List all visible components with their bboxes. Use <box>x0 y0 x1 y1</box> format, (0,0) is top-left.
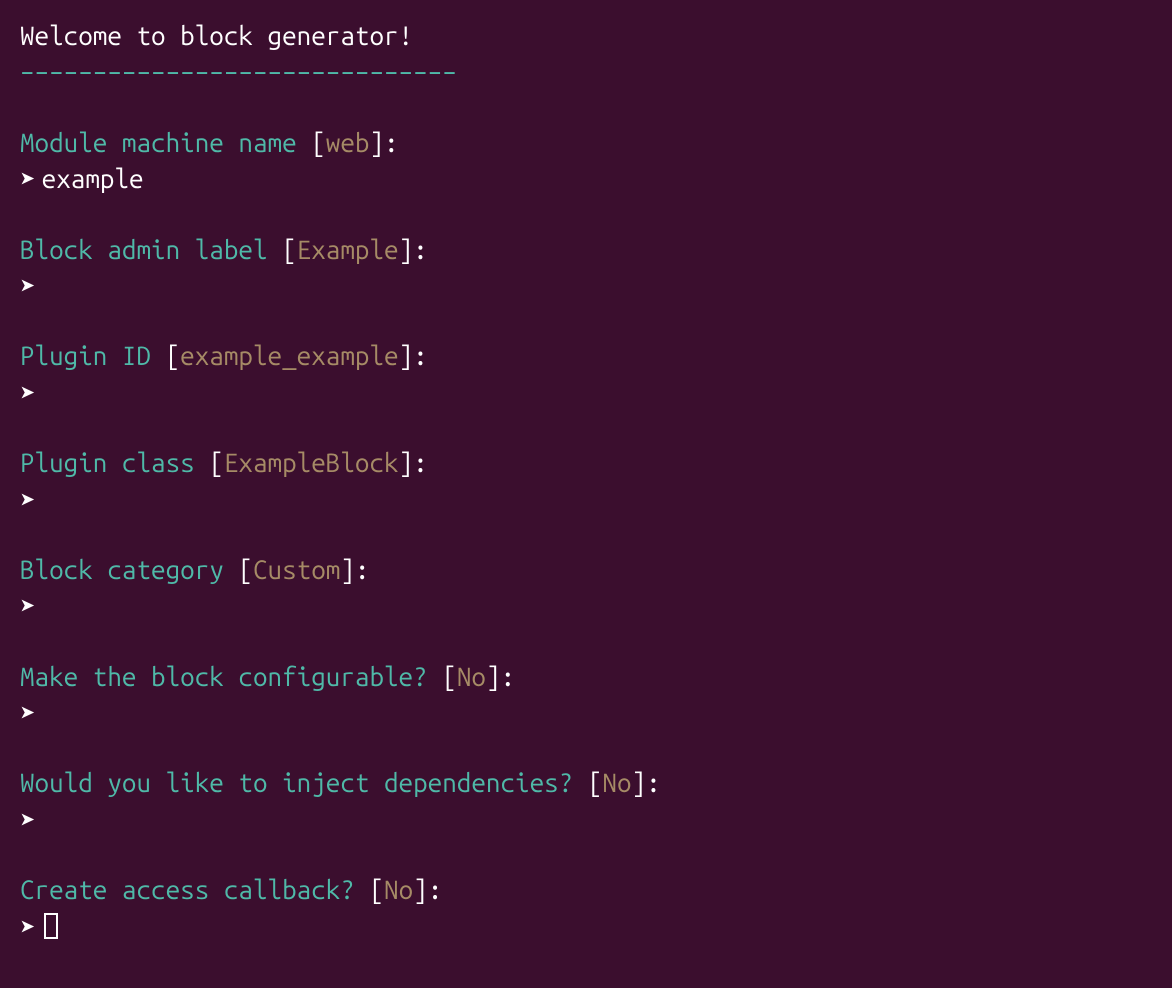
prompt-question-line: Plugin class [ExampleBlock]: <box>20 445 1152 481</box>
answer-line[interactable]: ➤ <box>20 909 1152 945</box>
prompt-arrow-icon: ➤ <box>20 802 36 838</box>
bracket-open: [ <box>588 768 603 797</box>
prompt-question-line: Create access callback? [No]: <box>20 872 1152 908</box>
answer-line[interactable]: ➤example <box>20 161 1152 197</box>
prompt-question-line: Would you like to inject dependencies? [… <box>20 765 1152 801</box>
colon: : <box>413 341 428 370</box>
prompt-plugin-id: Plugin ID [example_example]: ➤ <box>20 338 1152 411</box>
terminal-header: Welcome to block generator! <box>20 18 1152 54</box>
bracket-open: [ <box>311 128 326 157</box>
default-value: No <box>457 662 486 691</box>
answer-line[interactable]: ➤ <box>20 588 1152 624</box>
prompt-block-admin-label: Block admin label [Example]: ➤ <box>20 232 1152 305</box>
bracket-open: [ <box>369 875 384 904</box>
prompt-arrow-icon: ➤ <box>20 375 36 411</box>
prompt-arrow-icon: ➤ <box>20 268 36 304</box>
answer-line[interactable]: ➤ <box>20 482 1152 518</box>
prompt-label: Plugin ID <box>20 341 151 370</box>
prompt-question-line: Block category [Custom]: <box>20 552 1152 588</box>
prompt-question-line: Module machine name [web]: <box>20 125 1152 161</box>
bracket-close: ] <box>486 662 501 691</box>
bracket-close: ] <box>399 341 414 370</box>
bracket-open: [ <box>282 235 297 264</box>
default-value: Example <box>297 235 399 264</box>
prompt-label: Would you like to inject dependencies? <box>20 768 573 797</box>
colon: : <box>646 768 661 797</box>
prompt-configurable: Make the block configurable? [No]: ➤ <box>20 659 1152 732</box>
prompt-block-category: Block category [Custom]: ➤ <box>20 552 1152 625</box>
prompt-label: Block admin label <box>20 235 268 264</box>
colon: : <box>501 662 516 691</box>
prompt-question-line: Make the block configurable? [No]: <box>20 659 1152 695</box>
prompt-label: Block category <box>20 555 224 584</box>
prompt-question-line: Plugin ID [example_example]: <box>20 338 1152 374</box>
prompt-label: Plugin class <box>20 448 195 477</box>
prompt-access-callback: Create access callback? [No]: ➤ <box>20 872 1152 945</box>
answer-line[interactable]: ➤ <box>20 802 1152 838</box>
colon: : <box>428 875 443 904</box>
bracket-close: ] <box>399 448 414 477</box>
answer-line[interactable]: ➤ <box>20 375 1152 411</box>
prompt-arrow-icon: ➤ <box>20 161 36 197</box>
default-value: web <box>326 128 370 157</box>
bracket-open: [ <box>166 341 181 370</box>
prompt-arrow-icon: ➤ <box>20 695 36 731</box>
bracket-close: ] <box>340 555 355 584</box>
bracket-close: ] <box>369 128 384 157</box>
bracket-open: [ <box>238 555 253 584</box>
prompt-inject-dependencies: Would you like to inject dependencies? [… <box>20 765 1152 838</box>
prompt-label: Create access callback? <box>20 875 355 904</box>
bracket-close: ] <box>413 875 428 904</box>
colon: : <box>384 128 399 157</box>
default-value: example_example <box>180 341 398 370</box>
prompt-label: Make the block configurable? <box>20 662 428 691</box>
default-value: No <box>602 768 631 797</box>
bracket-close: ] <box>399 235 414 264</box>
colon: : <box>413 235 428 264</box>
prompt-arrow-icon: ➤ <box>20 909 36 945</box>
prompt-arrow-icon: ➤ <box>20 482 36 518</box>
colon: : <box>413 448 428 477</box>
colon: : <box>355 555 370 584</box>
prompt-label: Module machine name <box>20 128 297 157</box>
answer-line[interactable]: ➤ <box>20 268 1152 304</box>
welcome-text: Welcome to block generator! <box>20 21 413 50</box>
prompt-plugin-class: Plugin class [ExampleBlock]: ➤ <box>20 445 1152 518</box>
terminal-cursor <box>44 913 58 939</box>
default-value: Custom <box>253 555 340 584</box>
prompt-arrow-icon: ➤ <box>20 588 36 624</box>
default-value: ExampleBlock <box>224 448 399 477</box>
default-value: No <box>384 875 413 904</box>
header-underline: –––––––––––––––––––––––––––––– <box>20 54 1152 90</box>
bracket-close: ] <box>632 768 647 797</box>
answer-line[interactable]: ➤ <box>20 695 1152 731</box>
bracket-open: [ <box>209 448 224 477</box>
prompt-module-machine-name: Module machine name [web]: ➤example <box>20 125 1152 198</box>
prompt-question-line: Block admin label [Example]: <box>20 232 1152 268</box>
user-input: example <box>42 161 144 197</box>
bracket-open: [ <box>442 662 457 691</box>
